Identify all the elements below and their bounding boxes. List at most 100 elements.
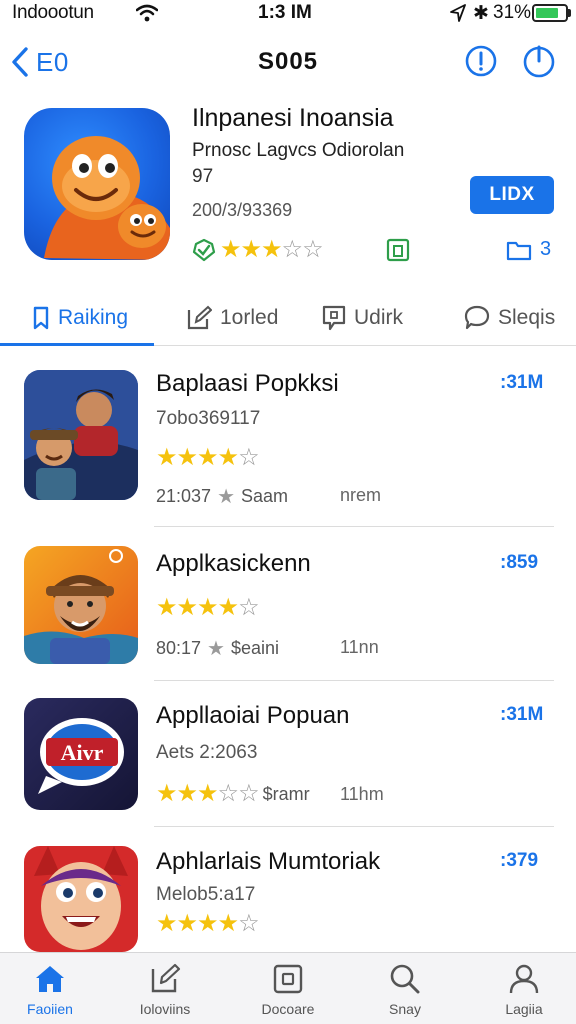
star-filled-icon: ★ xyxy=(176,910,198,937)
app-icon xyxy=(24,108,170,260)
person-icon xyxy=(509,964,539,994)
star-icon: ★ xyxy=(207,638,225,660)
list-item-title: Aphlarlais Mumtoriak xyxy=(156,848,381,875)
bluetooth-icon: ✱ xyxy=(473,3,489,24)
tabbar-label: Snay xyxy=(389,1001,421,1017)
tabbar-label: Faoiien xyxy=(27,1001,73,1017)
tab-udirk[interactable]: Udirk xyxy=(322,290,403,346)
star-icon: ★ xyxy=(217,486,235,508)
star-filled-icon: ★ xyxy=(176,594,198,621)
star-empty-icon: ☆ xyxy=(281,236,303,263)
list-item-subtitle: Melob5:a17 xyxy=(156,884,256,905)
star-empty-icon: ☆ xyxy=(238,780,259,807)
star-filled-icon: ★ xyxy=(176,780,198,807)
list-item-price[interactable]: :31M xyxy=(500,372,543,394)
app-developer[interactable]: Prnosc Lagvcs Odiorolan xyxy=(192,140,404,162)
battery-icon xyxy=(532,4,568,22)
divider xyxy=(154,680,554,681)
compose-icon xyxy=(151,963,181,993)
power-icon[interactable] xyxy=(522,44,556,78)
list-item-extra: nrem xyxy=(340,485,382,505)
app-rating: ★ ★ ★ ☆ ☆ xyxy=(192,236,324,264)
star-empty-icon: ☆ xyxy=(238,910,259,937)
star-filled-icon: ★ xyxy=(261,236,282,263)
tabbar-label: Docoare xyxy=(261,1001,315,1017)
list-item-meta: 80:17 ★ $eaini xyxy=(156,636,279,661)
tab-label: 1orled xyxy=(220,306,279,329)
badge-check-icon xyxy=(192,238,216,262)
battery-percent: 31% xyxy=(493,2,532,23)
app-thumbnail xyxy=(24,846,138,952)
list-item-price[interactable]: :859 xyxy=(500,552,538,574)
search-icon xyxy=(390,964,420,994)
tabbar-item-compose[interactable]: Ioloviins xyxy=(115,953,215,1024)
meta-label: Saam xyxy=(241,486,289,506)
star-empty-icon: ☆ xyxy=(238,444,259,471)
list-item[interactable]: Baplaasi Popkksi :31M 7obo369117 ★ ★ ★ ★ ☆ 2… xyxy=(0,370,576,527)
star-empty-icon: ☆ xyxy=(302,236,323,263)
folder-count: 3 xyxy=(540,238,552,260)
folder-button[interactable]: 3 xyxy=(506,238,551,261)
star-empty-icon: ☆ xyxy=(238,594,259,621)
carrier-label: Indoootun xyxy=(12,2,94,23)
edit-icon xyxy=(187,305,212,330)
bookmark-icon xyxy=(33,306,49,330)
list-item-stars: ★ ★ ★ ★ ☆ xyxy=(156,910,260,937)
tab-label: Udirk xyxy=(354,306,404,329)
tabbar-item-search[interactable]: Snay xyxy=(355,953,455,1024)
list-item[interactable]: Aivr Appllaoiai Popuan :31M Aets 2:2063 … xyxy=(0,698,576,850)
list-item-title: Baplaasi Popkksi xyxy=(156,370,339,397)
star-filled-icon: ★ xyxy=(156,780,177,807)
list-item-price[interactable]: :379 xyxy=(500,850,538,872)
tab-label: Raiking xyxy=(58,306,129,329)
tabbar-label: Lagiia xyxy=(505,1001,543,1017)
meta-label: $eaini xyxy=(230,638,280,658)
app-thumbnail xyxy=(24,370,138,500)
segment-tabs: Raiking 1orled Udirk Sleqis xyxy=(0,290,576,346)
folder-icon xyxy=(506,241,532,260)
bottom-tab-bar: Faoiien Ioloviins Docoare Snay Lagiia xyxy=(0,952,576,1024)
tabbar-item-profile[interactable]: Lagiia xyxy=(474,953,574,1024)
tab-ranking[interactable]: Raiking xyxy=(32,290,128,346)
list-item-stars: ★ ★ ★ ★ ☆ xyxy=(156,444,260,471)
star-filled-icon: ★ xyxy=(197,910,218,937)
star-filled-icon: ★ xyxy=(220,236,241,263)
grid-icon[interactable] xyxy=(386,238,410,262)
tabbar-label: Ioloviins xyxy=(139,1001,191,1017)
clock: 1:3 IM xyxy=(258,2,312,23)
location-icon xyxy=(450,4,466,22)
list-item-stars: ★ ★ ★ ★ ☆ xyxy=(156,594,260,621)
list-item-meta: ★ ★ ★ ☆ ☆ $ramr xyxy=(156,782,310,806)
info-icon[interactable] xyxy=(464,44,498,78)
star-filled-icon: ★ xyxy=(240,236,262,263)
meta-label: $ramr xyxy=(262,783,310,804)
star-filled-icon: ★ xyxy=(156,444,177,471)
wifi-icon xyxy=(136,4,158,22)
tab-label: Sleqis xyxy=(498,306,556,329)
get-button[interactable]: LIDX xyxy=(470,176,554,214)
note-icon xyxy=(322,305,346,331)
home-icon xyxy=(36,966,64,992)
square-icon xyxy=(273,964,303,994)
app-title: Ilnpanesi Inoansia xyxy=(192,104,394,132)
meta-number: 80:17 xyxy=(156,638,202,658)
list-item-stars: ★ ★ ★ ☆ ☆ xyxy=(156,780,260,807)
app-thumbnail: Aivr xyxy=(24,698,138,810)
list-item[interactable]: Applkasickenn :859 ★ ★ ★ ★ ☆ 80:17 ★ $eaini … xyxy=(0,546,576,698)
svg-text:Aivr: Aivr xyxy=(61,740,104,765)
divider xyxy=(154,526,554,527)
tabbar-item-home[interactable]: Faoiien xyxy=(0,953,100,1024)
tab-underline xyxy=(0,343,154,346)
list-item-price[interactable]: :31M xyxy=(500,704,543,726)
app-age-rating: 97 xyxy=(192,166,214,187)
star-filled-icon: ★ xyxy=(197,444,218,471)
tabbar-item-square[interactable]: Docoare xyxy=(238,953,338,1024)
tab-sorted[interactable]: 1orled xyxy=(186,290,278,346)
list-item-extra: 11hm xyxy=(340,784,384,804)
battery-tip xyxy=(568,9,571,17)
tab-sleqis[interactable]: Sleqis xyxy=(464,290,555,346)
star-filled-icon: ★ xyxy=(156,594,177,621)
star-filled-icon: ★ xyxy=(217,910,239,937)
list-item-meta: 21:037 ★ Saam xyxy=(156,484,288,509)
list-item-title: Applkasickenn xyxy=(156,550,311,577)
